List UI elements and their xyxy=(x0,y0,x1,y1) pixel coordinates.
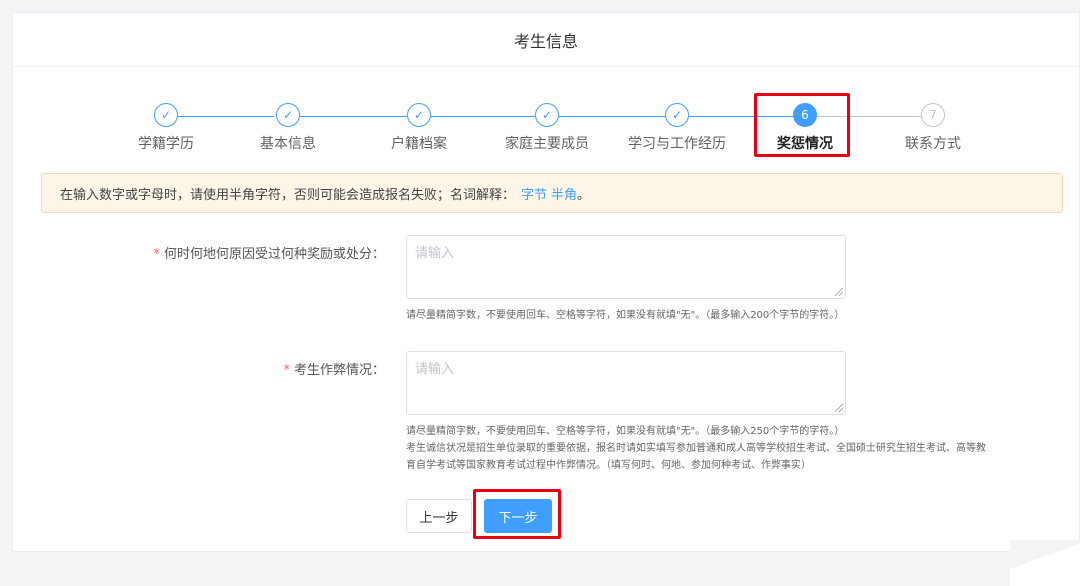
step-label: 学籍学历 xyxy=(138,136,194,152)
field2-hint: 请尽量精简字数，不要使用回车、空格等字符，如果没有就填"无"。（最多输入250个… xyxy=(406,423,986,474)
field-label: 考生作弊情况： xyxy=(293,363,385,378)
step-label: 学习与工作经历 xyxy=(628,136,726,152)
corner-decoration xyxy=(1010,540,1080,586)
step-label: 基本信息 xyxy=(260,136,316,152)
check-icon: ✓ xyxy=(407,103,431,127)
current-step-highlight xyxy=(754,93,850,157)
reward-punishment-textarea[interactable]: 请输入 xyxy=(406,235,846,299)
placeholder-text: 请输入 xyxy=(415,362,455,377)
reward-punishment-label: * 何时何地何原因受过何种奖励或处分： xyxy=(153,243,385,262)
link-halfwidth[interactable]: 半角 xyxy=(551,184,577,203)
check-icon: ✓ xyxy=(154,103,178,127)
notice-alert: 在输入数字或字母时，请使用半角字符，否则可能会造成报名失败；名词解释： 字节 半… xyxy=(41,173,1063,213)
required-mark: * xyxy=(283,363,290,378)
link-bytes[interactable]: 字节 xyxy=(521,184,547,203)
step-2: ✓ 基本信息 xyxy=(228,103,348,153)
cheating-label: * 考生作弊情况： xyxy=(283,359,385,378)
resize-handle-icon[interactable] xyxy=(835,404,843,412)
field1-hint: 请尽量精简字数，不要使用回车、空格等字符，如果没有就填"无"。（最多输入200个… xyxy=(406,310,845,321)
card-header: 考生信息 xyxy=(13,13,1079,67)
step-label: 户籍档案 xyxy=(391,136,447,152)
resize-handle-icon[interactable] xyxy=(835,288,843,296)
check-icon: ✓ xyxy=(535,103,559,127)
step-label: 联系方式 xyxy=(905,136,961,152)
prev-step-button[interactable]: 上一步 xyxy=(406,499,472,533)
step-3: ✓ 户籍档案 xyxy=(359,103,479,153)
step-4: ✓ 家庭主要成员 xyxy=(487,103,607,153)
placeholder-text: 请输入 xyxy=(415,246,455,261)
step-number: 7 xyxy=(921,103,945,127)
page-title: 考生信息 xyxy=(513,31,578,51)
check-icon: ✓ xyxy=(276,103,300,127)
alert-end: 。 xyxy=(577,187,591,203)
required-mark: * xyxy=(153,247,160,262)
field2-hint-integrity: 考生诚信状况是招生单位录取的重要依据，报名时请如实填写参加普通和成人高等学校招生… xyxy=(406,443,986,471)
field-label: 何时何地何原因受过何种奖励或处分： xyxy=(163,247,385,262)
step-1: ✓ 学籍学历 xyxy=(106,103,226,153)
student-info-card: 考生信息 ✓ 学籍学历 ✓ 基本信息 ✓ 户籍档案 ✓ 家庭主要成员 ✓ 学习与… xyxy=(12,12,1080,552)
field2-hint-limit: 请尽量精简字数，不要使用回车、空格等字符，如果没有就填"无"。（最多输入250个… xyxy=(406,426,845,437)
alert-text: 在输入数字或字母时，请使用半角字符，否则可能会造成报名失败；名词解释： xyxy=(60,187,516,203)
step-5: ✓ 学习与工作经历 xyxy=(617,103,737,153)
step-label: 家庭主要成员 xyxy=(505,136,589,152)
check-icon: ✓ xyxy=(665,103,689,127)
cheating-textarea[interactable]: 请输入 xyxy=(406,351,846,415)
progress-steps: ✓ 学籍学历 ✓ 基本信息 ✓ 户籍档案 ✓ 家庭主要成员 ✓ 学习与工作经历 … xyxy=(13,103,1080,163)
step-7: 7 联系方式 xyxy=(873,103,993,153)
next-button-highlight xyxy=(473,489,561,539)
